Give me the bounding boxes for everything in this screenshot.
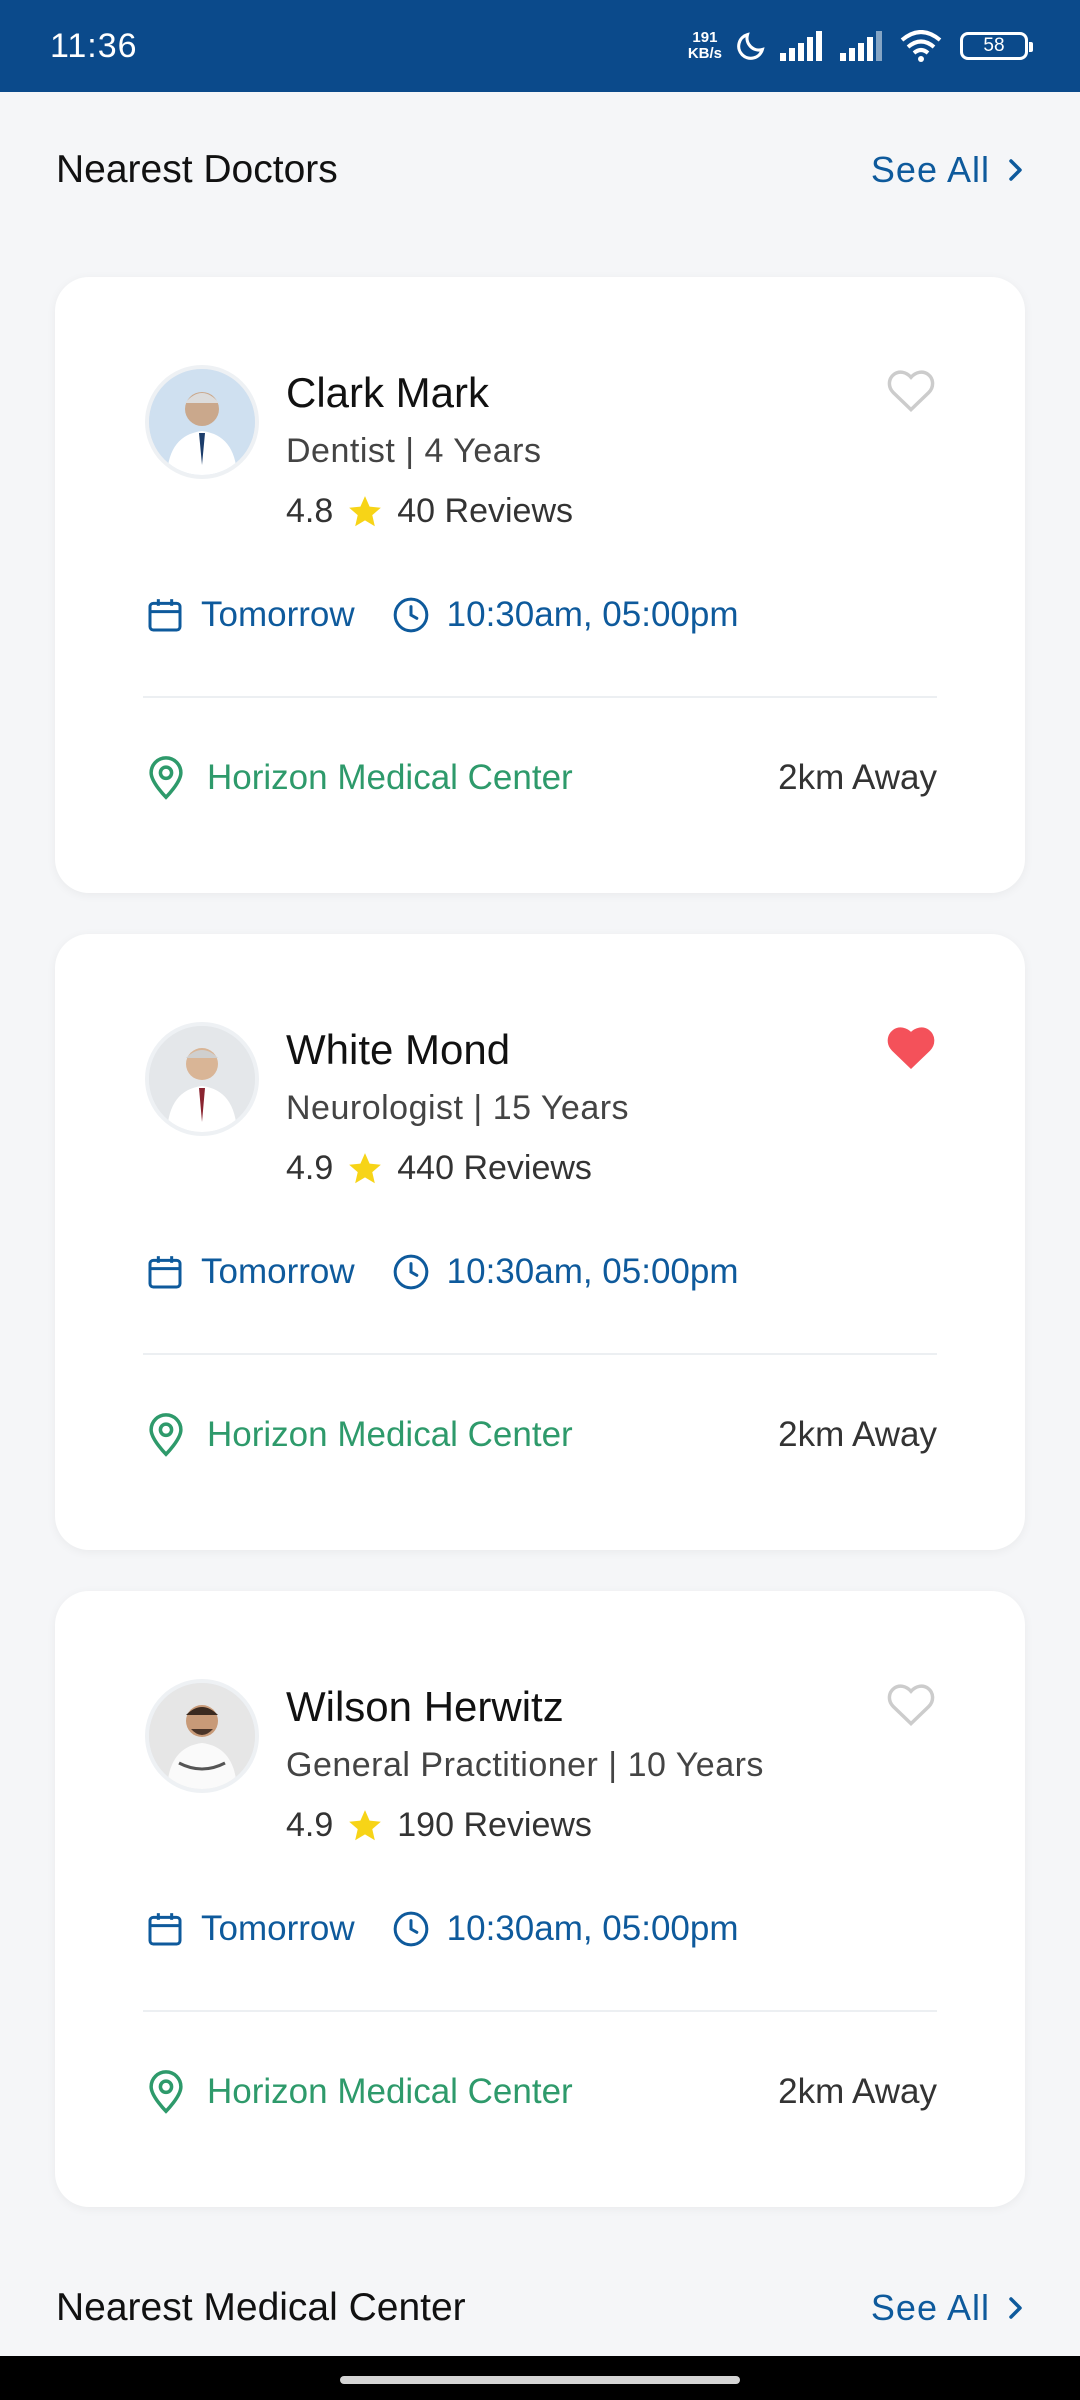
distance: 2km Away bbox=[778, 758, 937, 797]
network-speed: 191 KB/s bbox=[688, 30, 722, 62]
review-count: 40 Reviews bbox=[397, 492, 574, 530]
location-row: Horizon Medical Center 2km Away bbox=[145, 2069, 937, 2115]
avatar bbox=[145, 1022, 259, 1136]
location: Horizon Medical Center bbox=[145, 1412, 573, 1458]
schedule-row: Tomorrow 10:30am, 05:00pm bbox=[145, 1909, 739, 1949]
chevron-right-icon bbox=[1009, 159, 1022, 181]
location: Horizon Medical Center bbox=[145, 2069, 573, 2115]
rating-value: 4.9 bbox=[286, 1149, 334, 1187]
schedule-times-label: 10:30am, 05:00pm bbox=[446, 595, 739, 634]
medical-center-name: Horizon Medical Center bbox=[207, 758, 573, 797]
clock-icon bbox=[393, 1911, 428, 1947]
status-bar: 11:36 191 KB/s 58 bbox=[0, 0, 1080, 92]
moon-icon bbox=[737, 32, 765, 60]
divider bbox=[143, 696, 937, 698]
distance: 2km Away bbox=[778, 1415, 937, 1454]
schedule-row: Tomorrow 10:30am, 05:00pm bbox=[145, 1252, 739, 1292]
location-row: Horizon Medical Center 2km Away bbox=[145, 755, 937, 801]
doctor-specialty: Dentist | 4 Years bbox=[286, 432, 542, 470]
location-pin-icon bbox=[149, 756, 183, 800]
see-all-centers-link[interactable]: See All bbox=[871, 2287, 1024, 2329]
system-nav-bar bbox=[0, 2356, 1080, 2400]
location-pin-icon bbox=[149, 1413, 183, 1457]
avatar bbox=[145, 1679, 259, 1793]
avatar bbox=[145, 365, 259, 479]
doctor-rating: 4.8 40 Reviews bbox=[286, 492, 573, 531]
schedule-times: 10:30am, 05:00pm bbox=[391, 595, 739, 635]
doctor-card[interactable]: Wilson Herwitz General Practitioner | 10… bbox=[55, 1591, 1025, 2207]
schedule-row: Tomorrow 10:30am, 05:00pm bbox=[145, 595, 739, 635]
schedule-times-label: 10:30am, 05:00pm bbox=[446, 1252, 739, 1291]
signal-icon bbox=[840, 31, 882, 61]
see-all-label: See All bbox=[870, 2287, 990, 2328]
schedule-day: Tomorrow bbox=[145, 595, 355, 635]
network-speed-unit: KB/s bbox=[687, 45, 722, 62]
doctor-card[interactable]: Clark Mark Dentist | 4 Years 4.8 40 Revi… bbox=[55, 277, 1025, 893]
schedule-times-label: 10:30am, 05:00pm bbox=[446, 1909, 739, 1948]
nearest-centers-header: Nearest Medical Center See All bbox=[56, 2286, 1024, 2330]
doctor-name: White Mond bbox=[286, 1026, 511, 1073]
rating-value: 4.8 bbox=[286, 492, 334, 530]
doctor-specialty: General Practitioner | 10 Years bbox=[286, 1746, 764, 1784]
see-all-label: See All bbox=[870, 149, 990, 190]
heart-icon[interactable] bbox=[885, 1022, 937, 1070]
schedule-day: Tomorrow bbox=[145, 1909, 355, 1949]
network-speed-value: 191 bbox=[692, 29, 718, 46]
doctor-rating: 4.9 440 Reviews bbox=[286, 1149, 592, 1188]
clock-icon bbox=[393, 597, 428, 633]
medical-center-name: Horizon Medical Center bbox=[207, 2072, 573, 2111]
schedule-times: 10:30am, 05:00pm bbox=[391, 1252, 739, 1292]
divider bbox=[143, 2010, 937, 2012]
review-count: 440 Reviews bbox=[397, 1149, 592, 1187]
location: Horizon Medical Center bbox=[145, 755, 573, 801]
doctor-name: Clark Mark bbox=[286, 369, 490, 416]
section-title: Nearest Doctors bbox=[56, 148, 338, 191]
star-icon bbox=[349, 495, 382, 526]
heart-icon[interactable] bbox=[885, 365, 937, 413]
doctor-card[interactable]: White Mond Neurologist | 15 Years 4.9 44… bbox=[55, 934, 1025, 1550]
review-count: 190 Reviews bbox=[397, 1806, 592, 1844]
rating-value: 4.9 bbox=[286, 1806, 334, 1844]
schedule-day-label: Tomorrow bbox=[201, 1909, 355, 1948]
calendar-icon bbox=[148, 1913, 182, 1946]
section-title: Nearest Medical Center bbox=[56, 2286, 466, 2329]
nearest-doctors-header: Nearest Doctors See All bbox=[56, 148, 1024, 192]
doctor-name: Wilson Herwitz bbox=[286, 1683, 564, 1730]
distance: 2km Away bbox=[778, 2072, 937, 2111]
schedule-day-label: Tomorrow bbox=[201, 595, 355, 634]
heart-icon[interactable] bbox=[885, 1679, 937, 1727]
medical-center-name: Horizon Medical Center bbox=[207, 1415, 573, 1454]
schedule-day-label: Tomorrow bbox=[201, 1252, 355, 1291]
calendar-icon bbox=[148, 1256, 182, 1289]
location-pin-icon bbox=[149, 2070, 183, 2114]
doctor-rating: 4.9 190 Reviews bbox=[286, 1806, 592, 1845]
star-icon bbox=[349, 1152, 382, 1183]
schedule-day: Tomorrow bbox=[145, 1252, 355, 1292]
location-row: Horizon Medical Center 2km Away bbox=[145, 1412, 937, 1458]
schedule-times: 10:30am, 05:00pm bbox=[391, 1909, 739, 1949]
signal-icon bbox=[780, 31, 822, 61]
wifi-icon bbox=[900, 30, 942, 62]
doctor-specialty: Neurologist | 15 Years bbox=[286, 1089, 630, 1127]
star-icon bbox=[349, 1809, 382, 1840]
clock-icon bbox=[393, 1254, 428, 1290]
chevron-right-icon bbox=[1009, 2297, 1022, 2319]
see-all-doctors-link[interactable]: See All bbox=[871, 149, 1024, 191]
status-icons: 191 KB/s 58 bbox=[688, 29, 1033, 63]
divider bbox=[143, 1353, 937, 1355]
status-time: 11:36 bbox=[50, 26, 138, 65]
battery-icon: 58 bbox=[960, 32, 1033, 60]
calendar-icon bbox=[148, 599, 182, 632]
home-gesture-handle[interactable] bbox=[340, 2376, 740, 2384]
